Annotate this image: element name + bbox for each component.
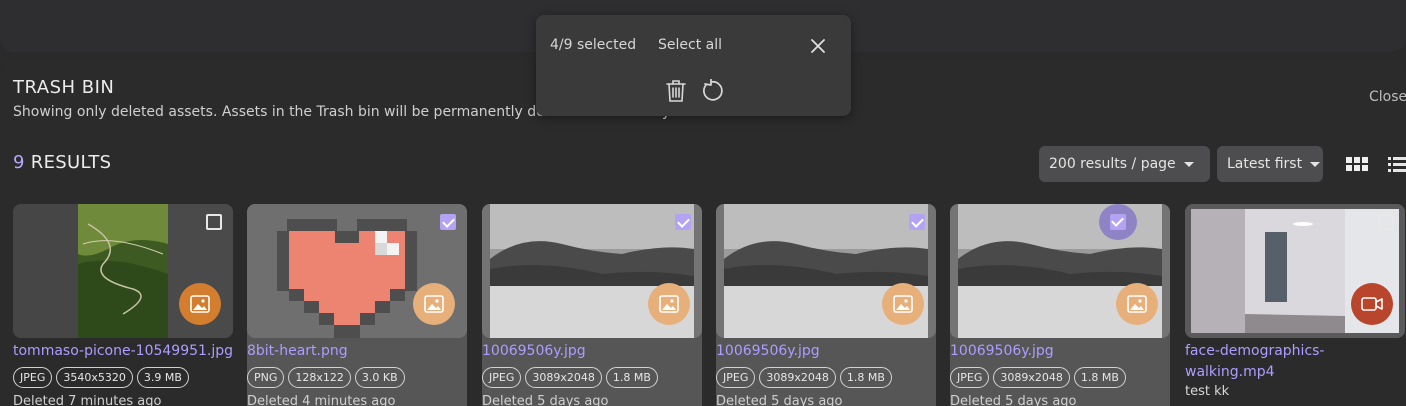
- image-icon: [413, 283, 455, 325]
- results-heading: 9 RESULTS: [13, 152, 111, 173]
- asset-metadata: PNG 128x122 3.0 KB: [247, 367, 405, 388]
- image-icon: [882, 283, 924, 325]
- select-checkbox[interactable]: [675, 214, 691, 230]
- results-count: 9: [13, 152, 25, 173]
- format-chip: JPEG: [716, 367, 756, 388]
- select-checkbox[interactable]: [1099, 204, 1137, 240]
- asset-card[interactable]: 8bit-heart.png PNG 128x122 3.0 KB Delete…: [247, 204, 467, 406]
- asset-filename[interactable]: tommaso-picone-10549951.jpg: [13, 341, 245, 362]
- select-checkbox[interactable]: [206, 214, 222, 230]
- select-checkbox[interactable]: [909, 214, 925, 230]
- dimensions-chip: 3540x5320: [56, 367, 133, 388]
- deleted-time: Deleted 4 minutes ago: [247, 394, 396, 406]
- image-icon: [648, 283, 690, 325]
- list-view-icon[interactable]: [1388, 155, 1406, 173]
- format-chip: PNG: [247, 367, 285, 388]
- results-label: RESULTS: [30, 152, 112, 173]
- results-per-page-value: 200 results / page: [1049, 156, 1176, 172]
- deleted-time: Deleted 5 days ago: [716, 394, 843, 406]
- page-title: TRASH BIN: [13, 77, 115, 98]
- asset-card[interactable]: face-demographics-walking.mp4 test kk: [1185, 204, 1405, 406]
- size-chip: 3.0 KB: [354, 367, 405, 388]
- checkmark-icon: [1110, 214, 1126, 230]
- size-chip: 1.8 MB: [605, 367, 658, 388]
- close-button[interactable]: Close: [1369, 89, 1406, 105]
- asset-card[interactable]: 10069506y.jpg JPEG 3089x2048 1.8 MB Dele…: [716, 204, 936, 406]
- sort-value: Latest first: [1227, 156, 1303, 172]
- caret-down-icon: [1183, 161, 1194, 167]
- selection-toolbar: 4/9 selected Select all: [536, 15, 851, 116]
- caret-down-icon: [1310, 161, 1321, 167]
- format-chip: JPEG: [950, 367, 990, 388]
- dimensions-chip: 3089x2048: [525, 367, 602, 388]
- format-chip: JPEG: [13, 367, 53, 388]
- grid-view-icon[interactable]: [1346, 155, 1368, 173]
- asset-card[interactable]: 10069506y.jpg JPEG 3089x2048 1.8 MB Dele…: [482, 204, 702, 406]
- asset-filename[interactable]: 10069506y.jpg: [482, 341, 714, 362]
- asset-filename[interactable]: 10069506y.jpg: [716, 341, 948, 362]
- asset-filename[interactable]: 10069506y.jpg: [950, 341, 1182, 362]
- dimensions-chip: 3089x2048: [759, 367, 836, 388]
- asset-filename[interactable]: face-demographics-walking.mp4: [1185, 341, 1405, 383]
- trash-icon[interactable]: [665, 79, 687, 103]
- select-checkbox[interactable]: [440, 214, 456, 230]
- deleted-time: Deleted 5 days ago: [950, 394, 1077, 406]
- results-per-page-select[interactable]: 200 results / page: [1039, 146, 1210, 182]
- format-chip: JPEG: [482, 367, 522, 388]
- asset-metadata: JPEG 3089x2048 1.8 MB: [482, 367, 658, 388]
- asset-metadata: JPEG 3089x2048 1.8 MB: [716, 367, 892, 388]
- size-chip: 1.8 MB: [839, 367, 892, 388]
- restore-icon[interactable]: [700, 78, 724, 103]
- image-icon: [1116, 283, 1158, 325]
- asset-card[interactable]: tommaso-picone-10549951.jpg JPEG 3540x53…: [13, 204, 233, 406]
- size-chip: 1.8 MB: [1073, 367, 1126, 388]
- video-icon: [1351, 283, 1393, 325]
- sort-select[interactable]: Latest first: [1217, 146, 1323, 182]
- close-icon[interactable]: [810, 38, 826, 54]
- asset-metadata: JPEG 3540x5320 3.9 MB: [13, 367, 189, 388]
- select-all-button[interactable]: Select all: [658, 37, 722, 53]
- image-icon: [179, 283, 221, 325]
- dimensions-chip: 3089x2048: [993, 367, 1070, 388]
- deleted-time: Deleted 5 days ago: [482, 394, 609, 406]
- select-checkbox[interactable]: [1378, 214, 1394, 230]
- dimensions-chip: 128x122: [288, 367, 351, 388]
- selected-count: 4/9 selected: [550, 37, 637, 53]
- size-chip: 3.9 MB: [136, 367, 189, 388]
- asset-card[interactable]: 10069506y.jpg JPEG 3089x2048 1.8 MB Dele…: [950, 204, 1170, 406]
- asset-filename[interactable]: 8bit-heart.png: [247, 341, 479, 362]
- deleted-time: Deleted 7 minutes ago: [13, 394, 162, 406]
- asset-description: test kk: [1185, 384, 1230, 399]
- asset-metadata: JPEG 3089x2048 1.8 MB: [950, 367, 1126, 388]
